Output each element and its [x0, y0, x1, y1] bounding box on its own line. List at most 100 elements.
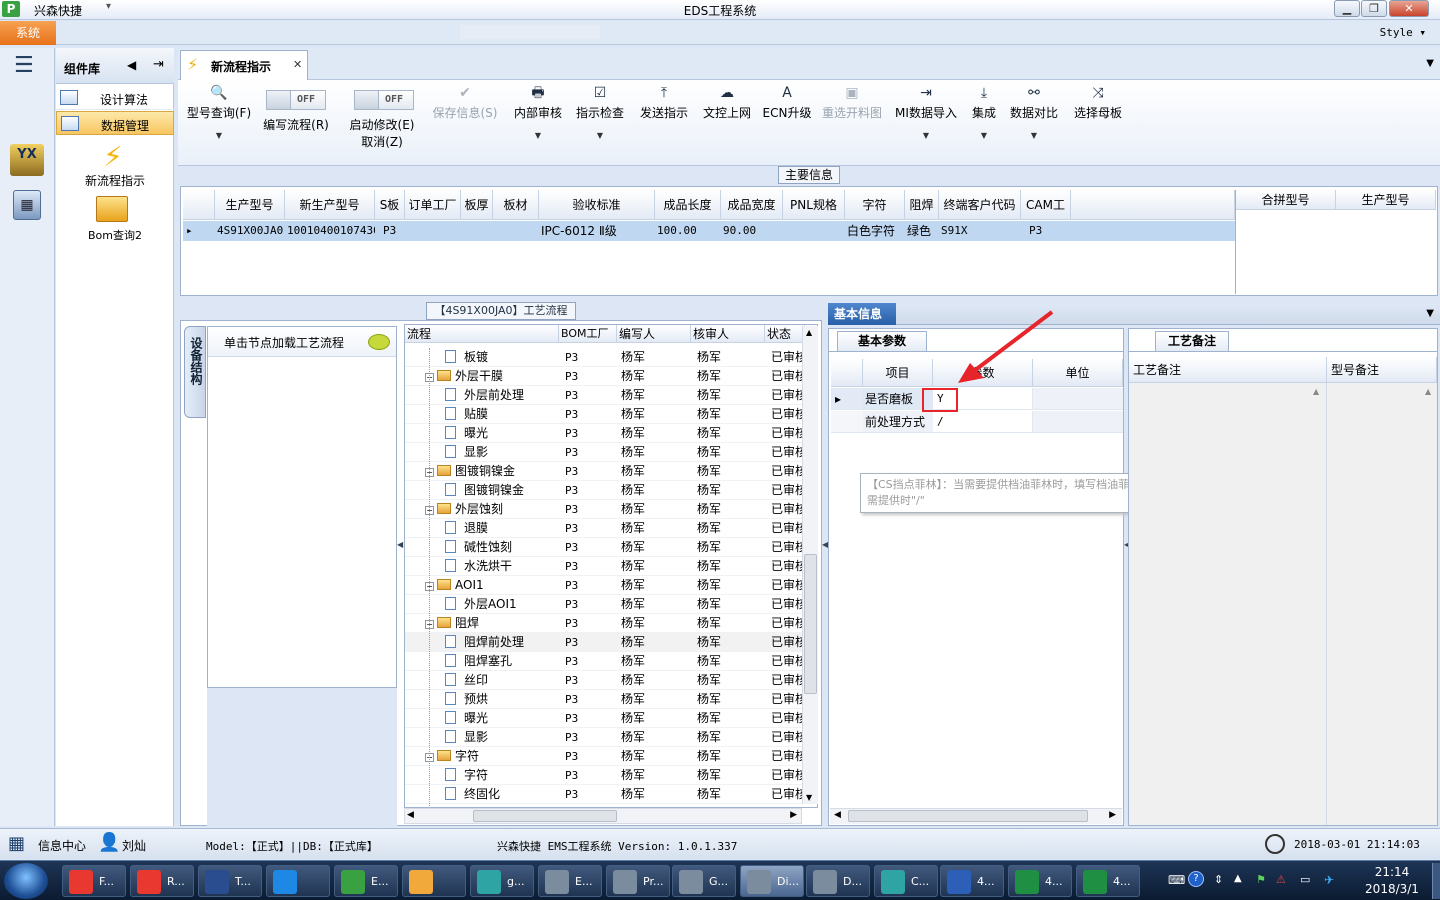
tab-close-icon[interactable]: ✕: [293, 58, 302, 71]
taskbar-button[interactable]: D...: [806, 865, 870, 897]
row-selector-icon[interactable]: ▸: [831, 388, 863, 410]
table-row[interactable]: 显影 P3 杨军 杨军 已审核: [405, 443, 805, 462]
table-row[interactable]: 退膜 P3 杨军 杨军 已审核: [405, 519, 805, 538]
message-center-link[interactable]: 信息中心: [38, 837, 86, 854]
taskbar-button[interactable]: E...: [334, 865, 398, 897]
scroll-up-icon[interactable]: ▲: [806, 328, 812, 337]
cancel-button[interactable]: 取消(Z): [342, 133, 422, 150]
doc-upload-button[interactable]: ☁ 文控上网: [700, 84, 754, 160]
table-row[interactable]: 字符 P3 杨军 杨军 已审核: [405, 766, 805, 785]
tab-basic-info[interactable]: 基本信息: [828, 303, 896, 325]
scroll-up-icon[interactable]: ▲: [1313, 387, 1319, 396]
process-notes-textarea[interactable]: [1129, 383, 1327, 825]
scroll-left-icon[interactable]: ◀: [834, 810, 841, 820]
start-button[interactable]: [4, 863, 48, 899]
taskbar-time[interactable]: 21:14: [1360, 865, 1424, 879]
grid-icon[interactable]: ▦: [8, 833, 25, 854]
table-row[interactable]: 显影 P3 杨军 杨军 已审核: [405, 728, 805, 747]
alert-icon[interactable]: ⚠: [1276, 873, 1286, 886]
scroll-thumb[interactable]: [804, 554, 817, 694]
integrate-button[interactable]: ⤓ 集成 ▼: [966, 84, 1002, 160]
taskbar-button[interactable]: [266, 865, 330, 897]
table-cell[interactable]: P3: [375, 221, 405, 241]
ecn-upgrade-button[interactable]: A ECN升级: [762, 84, 812, 160]
table-row[interactable]: − 阻焊 P3 杨军 杨军 已审核: [405, 614, 805, 633]
taskbar-button[interactable]: Di...: [740, 865, 804, 897]
table-row[interactable]: − AOI1 P3 杨军 杨军 已审核: [405, 576, 805, 595]
table-row[interactable]: 贴膜 P3 杨军 杨军 已审核: [405, 405, 805, 424]
yx-module-icon[interactable]: YX: [10, 144, 44, 176]
taskbar-button[interactable]: R...: [130, 865, 194, 897]
close-button[interactable]: ✕: [1389, 0, 1429, 17]
basic-info-dropdown-icon[interactable]: ▼: [1426, 308, 1434, 319]
taskbar-button[interactable]: F...: [62, 865, 126, 897]
table-cell[interactable]: 100.00: [655, 221, 721, 241]
table-cell[interactable]: P3: [1021, 221, 1071, 241]
scroll-left-icon[interactable]: ◀: [407, 810, 414, 820]
table-row[interactable]: − 外层干膜 P3 杨军 杨军 已审核: [405, 367, 805, 386]
scroll-down-icon[interactable]: ▼: [806, 793, 812, 802]
table-row[interactable]: 预烘 P3 杨军 杨军 已审核: [405, 690, 805, 709]
table-row[interactable]: 碱性蚀刻 P3 杨军 杨军 已审核: [405, 538, 805, 557]
mi-import-button[interactable]: ⇥ MI数据导入 ▼: [894, 84, 958, 160]
save-info-button[interactable]: ✔ 保存信息(S): [430, 84, 500, 160]
tree-horizontal-scrollbar[interactable]: ◀ ▶: [404, 808, 802, 824]
table-row[interactable]: − 外层蚀刻 P3 杨军 杨军 已审核: [405, 500, 805, 519]
tray-arrows-icon[interactable]: ⇕: [1214, 873, 1223, 886]
help-icon[interactable]: ?: [1188, 871, 1204, 887]
table-row[interactable]: 水洗烘干 P3 杨军 杨军 已审核: [405, 557, 805, 576]
select-master-button[interactable]: ⤨ 选择母板: [1072, 84, 1124, 160]
table-cell[interactable]: 90.00: [721, 221, 783, 241]
lightning-icon[interactable]: ⚡: [98, 140, 128, 174]
keyboard-icon[interactable]: ⌨: [1168, 873, 1185, 887]
show-hidden-icons[interactable]: ▲: [1234, 873, 1242, 884]
table-row[interactable]: 阻焊塞孔 P3 杨军 杨军 已审核: [405, 652, 805, 671]
table-cell[interactable]: 白色字符: [845, 221, 905, 241]
table-row[interactable]: 曝光 P3 杨军 杨军 已审核: [405, 709, 805, 728]
tabs-dropdown-icon[interactable]: ▼: [1426, 58, 1434, 69]
table-cell[interactable]: [405, 221, 461, 241]
taskbar-button[interactable]: 4...: [940, 865, 1004, 897]
instruction-check-button[interactable]: ☑ 指示检查 ▼: [574, 84, 626, 160]
pin-icon[interactable]: ⇥: [153, 57, 164, 72]
table-row[interactable]: 外层前处理 P3 杨军 杨军 已审核: [405, 386, 805, 405]
data-compare-button[interactable]: ⚯ 数据对比 ▼: [1008, 84, 1060, 160]
param-value-input[interactable]: /: [933, 411, 1033, 433]
table-row[interactable]: − 图镀铜镍金 P3 杨军 杨军 已审核: [405, 462, 805, 481]
taskbar-button[interactable]: G...: [672, 865, 736, 897]
style-menu[interactable]: Style ▾: [1380, 26, 1426, 39]
table-row[interactable]: 阻焊前处理 P3 杨军 杨军 已审核: [405, 633, 805, 652]
maximize-button[interactable]: ❐: [1361, 0, 1387, 17]
load-flow-header[interactable]: 单击节点加载工艺流程: [208, 327, 396, 357]
table-cell[interactable]: 4S91X00JA0: [215, 221, 285, 241]
scroll-thumb[interactable]: [473, 810, 617, 822]
table-row[interactable]: 丝印 P3 杨军 杨军 已审核: [405, 671, 805, 690]
splitter-arrow-icon[interactable]: ◀: [397, 540, 403, 549]
taskbar-button[interactable]: C...: [874, 865, 938, 897]
bom-query-link[interactable]: Bom查询2: [56, 227, 174, 243]
table-cell[interactable]: 绿色: [905, 221, 939, 241]
collapse-left-icon[interactable]: ◀: [127, 58, 136, 72]
tab-process-notes[interactable]: 工艺备注: [1155, 331, 1229, 351]
reselect-material-button[interactable]: ▣ 重选开料图: [820, 84, 884, 160]
nav-item-data-management[interactable]: 数据管理: [56, 111, 174, 135]
app-tray-icon[interactable]: ✈: [1324, 873, 1334, 887]
nav-item-design-algorithm[interactable]: 设计算法: [56, 86, 174, 110]
table-row[interactable]: 曝光 P3 杨军 杨军 已审核: [405, 424, 805, 443]
table-cell[interactable]: [783, 221, 845, 241]
internal-review-button[interactable]: 🖶 内部审核 ▼: [512, 84, 564, 160]
table-cell[interactable]: IPC-6012 Ⅱ级: [539, 221, 655, 241]
menu-icon[interactable]: ☰: [14, 55, 34, 77]
taskbar-button[interactable]: Pr...: [606, 865, 670, 897]
tab-new-flow-instruction[interactable]: ⚡ 新流程指示 ✕: [180, 50, 308, 80]
taskbar-button[interactable]: [402, 865, 466, 897]
table-row[interactable]: 终固化 P3 杨军 杨军 已审核: [405, 785, 805, 804]
table-cell[interactable]: [461, 221, 493, 241]
model-notes-textarea[interactable]: [1327, 383, 1437, 825]
edit-flow-toggle[interactable]: OFF: [266, 90, 326, 110]
table-row[interactable]: − 字符 P3 杨军 杨军 已审核: [405, 747, 805, 766]
row-selector-icon[interactable]: [831, 411, 863, 433]
network-icon[interactable]: ⚑: [1256, 873, 1266, 886]
model-query-button[interactable]: 🔍 型号查询(F) ▼: [184, 84, 254, 160]
new-flow-instruction-link[interactable]: 新流程指示: [56, 172, 174, 189]
